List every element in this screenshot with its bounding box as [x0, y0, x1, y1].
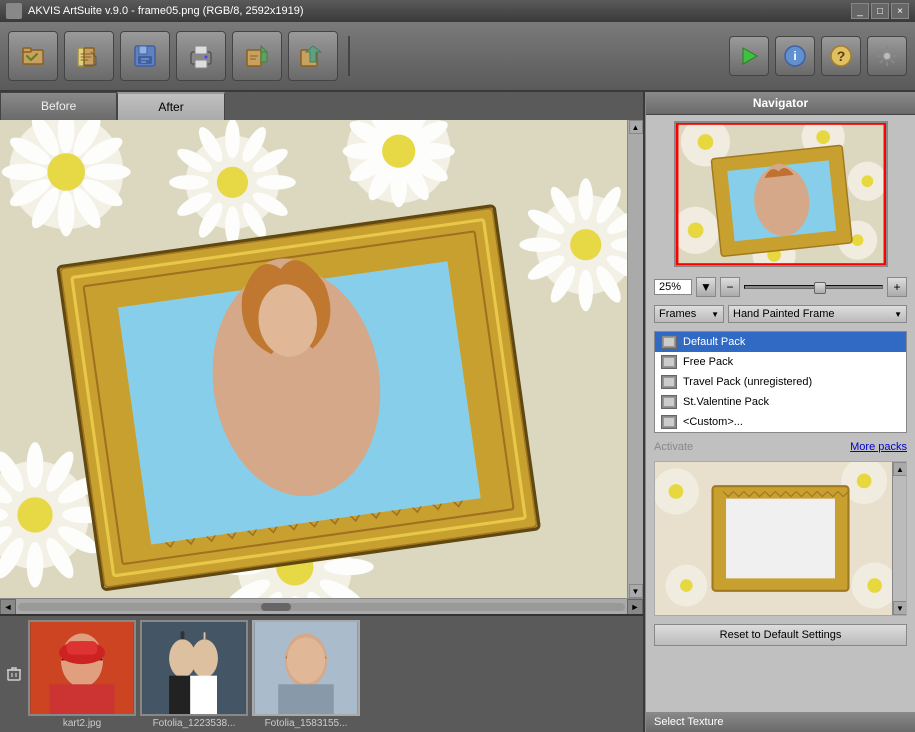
- right-panel: Navigator: [645, 92, 915, 732]
- titlebar-controls[interactable]: _ □ ×: [851, 3, 909, 19]
- pack-name-custom: <Custom>...: [683, 416, 743, 428]
- scroll-up-arrow[interactable]: ▲: [629, 120, 643, 134]
- toolbar-right: i ?: [729, 36, 907, 76]
- canvas-area[interactable]: [0, 120, 627, 598]
- main-canvas-image: [0, 120, 627, 598]
- settings-button[interactable]: [867, 36, 907, 76]
- category-dropdown-label: Frames: [659, 308, 696, 320]
- zoom-in-button[interactable]: +: [887, 277, 907, 297]
- pack-item-custom[interactable]: <Custom>...: [655, 412, 906, 432]
- pack-item-default[interactable]: Default Pack: [655, 332, 906, 352]
- pack-name-default: Default Pack: [683, 336, 745, 348]
- thumb-image-1[interactable]: [28, 620, 136, 716]
- zoom-value[interactable]: 25%: [654, 279, 692, 295]
- thumb-label-1: kart2.jpg: [28, 718, 136, 729]
- tab-before[interactable]: Before: [0, 92, 117, 120]
- frame-dropdown[interactable]: Hand Painted Frame ▼: [728, 305, 907, 323]
- pack-list: Default Pack Free Pack Travel Pack (unre…: [654, 331, 907, 433]
- help-button[interactable]: ?: [821, 36, 861, 76]
- info-button[interactable]: i: [775, 36, 815, 76]
- thumbnail-strip: kart2.jpg Fotolia_1223538.: [0, 614, 643, 732]
- thumb-image-3[interactable]: [252, 620, 360, 716]
- pack-icon-free: [661, 355, 677, 369]
- zoom-slider[interactable]: [744, 285, 883, 289]
- pack-icon-custom: [661, 415, 677, 429]
- frame-preview: ▲ ▼: [654, 461, 907, 616]
- thumbnail-3[interactable]: Fotolia_1583155...: [252, 620, 360, 729]
- scroll-left-arrow[interactable]: ◄: [0, 599, 16, 615]
- share-button[interactable]: [288, 31, 338, 81]
- canvas-wrapper: ▲ ▼: [0, 120, 643, 598]
- tabs[interactable]: Before After: [0, 92, 643, 120]
- canvas-vertical-scrollbar[interactable]: ▲ ▼: [627, 120, 643, 598]
- thumb-label-2: Fotolia_1223538...: [140, 718, 248, 729]
- left-panel: Before After: [0, 92, 645, 732]
- open-file-button[interactable]: [64, 31, 114, 81]
- thumb-image-2[interactable]: [140, 620, 248, 716]
- category-dropdown[interactable]: Frames ▼: [654, 305, 724, 323]
- pack-icon-travel: [661, 375, 677, 389]
- preview-scroll-down[interactable]: ▼: [893, 601, 907, 615]
- svg-text:i: i: [793, 49, 796, 63]
- print-button[interactable]: [176, 31, 226, 81]
- frame-controls: Frames ▼ Hand Painted Frame ▼: [646, 301, 915, 327]
- scroll-right-arrow[interactable]: ►: [627, 599, 643, 615]
- close-button[interactable]: ×: [891, 3, 909, 19]
- canvas-horizontal-scrollbar[interactable]: ◄ ►: [0, 598, 643, 614]
- save-button[interactable]: [120, 31, 170, 81]
- pack-name-valentine: St.Valentine Pack: [683, 396, 769, 408]
- pack-name-travel: Travel Pack (unregistered): [683, 376, 812, 388]
- zoom-out-button[interactable]: −: [720, 277, 740, 297]
- navigator-header: Navigator: [646, 92, 915, 115]
- zoom-dropdown-button[interactable]: ▼: [696, 277, 716, 297]
- navigator-preview[interactable]: [674, 121, 888, 267]
- activate-label: Activate: [654, 441, 693, 453]
- titlebar: AKVIS ArtSuite v.9.0 - frame05.png (RGB/…: [0, 0, 915, 22]
- play-button[interactable]: [729, 36, 769, 76]
- preview-scroll-up[interactable]: ▲: [893, 462, 907, 476]
- titlebar-left: AKVIS ArtSuite v.9.0 - frame05.png (RGB/…: [6, 3, 304, 19]
- pack-name-free: Free Pack: [683, 356, 733, 368]
- preview-scrollbar[interactable]: ▲ ▼: [892, 462, 906, 615]
- tab-after[interactable]: After: [117, 92, 224, 120]
- preview-scroll-track: [893, 476, 906, 601]
- select-texture-bar[interactable]: Select Texture: [646, 712, 915, 732]
- zoom-slider-thumb[interactable]: [814, 282, 826, 294]
- titlebar-title: AKVIS ArtSuite v.9.0 - frame05.png (RGB/…: [28, 5, 304, 17]
- delete-button[interactable]: [4, 626, 24, 722]
- frame-dropdown-arrow: ▼: [894, 310, 902, 319]
- pack-item-valentine[interactable]: St.Valentine Pack: [655, 392, 906, 412]
- pack-item-travel[interactable]: Travel Pack (unregistered): [655, 372, 906, 392]
- toolbar: i ?: [0, 22, 915, 92]
- thumb-label-3: Fotolia_1583155...: [252, 718, 360, 729]
- scroll-thumb[interactable]: [261, 603, 291, 611]
- pack-icon-valentine: [661, 395, 677, 409]
- svg-text:?: ?: [837, 48, 846, 64]
- category-dropdown-arrow: ▼: [711, 310, 719, 319]
- main-area: Before After: [0, 92, 915, 732]
- minimize-button[interactable]: _: [851, 3, 869, 19]
- app-icon: [6, 3, 22, 19]
- reset-button[interactable]: Reset to Default Settings: [654, 624, 907, 646]
- more-packs-link[interactable]: More packs: [850, 441, 907, 453]
- zoom-controls: 25% ▼ − +: [646, 273, 915, 301]
- select-texture-label: Select Texture: [654, 716, 724, 728]
- pack-icon-default: [661, 335, 677, 349]
- export-button[interactable]: [232, 31, 282, 81]
- thumbnail-1[interactable]: kart2.jpg: [28, 620, 136, 729]
- toolbar-separator: [348, 36, 350, 76]
- pack-item-free[interactable]: Free Pack: [655, 352, 906, 372]
- open-button[interactable]: [8, 31, 58, 81]
- frame-dropdown-label: Hand Painted Frame: [733, 308, 835, 320]
- scroll-track[interactable]: [18, 603, 625, 611]
- pack-actions: Activate More packs: [646, 437, 915, 457]
- maximize-button[interactable]: □: [871, 3, 889, 19]
- scroll-down-arrow[interactable]: ▼: [629, 584, 643, 598]
- thumbnail-2[interactable]: Fotolia_1223538...: [140, 620, 248, 729]
